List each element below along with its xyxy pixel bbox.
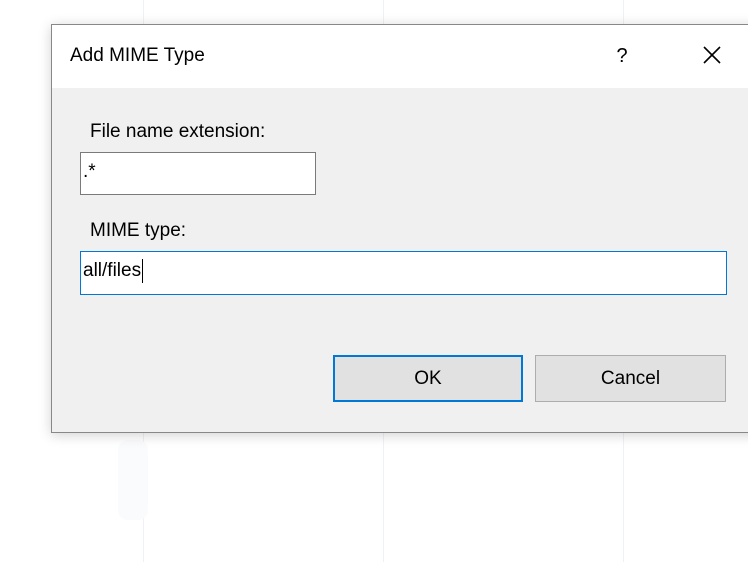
extension-value: .* xyxy=(83,161,96,182)
text-caret xyxy=(142,259,144,283)
mime-type-label: MIME type: xyxy=(90,220,187,241)
extension-input[interactable]: .* xyxy=(80,152,316,195)
cancel-button[interactable]: Cancel xyxy=(535,355,726,402)
ok-button[interactable]: OK xyxy=(333,355,523,402)
close-icon xyxy=(692,35,732,75)
close-button[interactable] xyxy=(692,35,732,75)
dialog-title: Add MIME Type xyxy=(70,45,205,66)
extension-label: File name extension: xyxy=(90,121,266,142)
dialog-titlebar: Add MIME Type ? xyxy=(52,25,748,88)
mime-type-value: all/files xyxy=(83,260,142,281)
help-button[interactable]: ? xyxy=(605,37,639,75)
add-mime-type-dialog: Add MIME Type ? File name extension: .* … xyxy=(51,24,748,433)
background-shape xyxy=(118,440,148,520)
mime-type-input[interactable]: all/files xyxy=(80,251,727,295)
